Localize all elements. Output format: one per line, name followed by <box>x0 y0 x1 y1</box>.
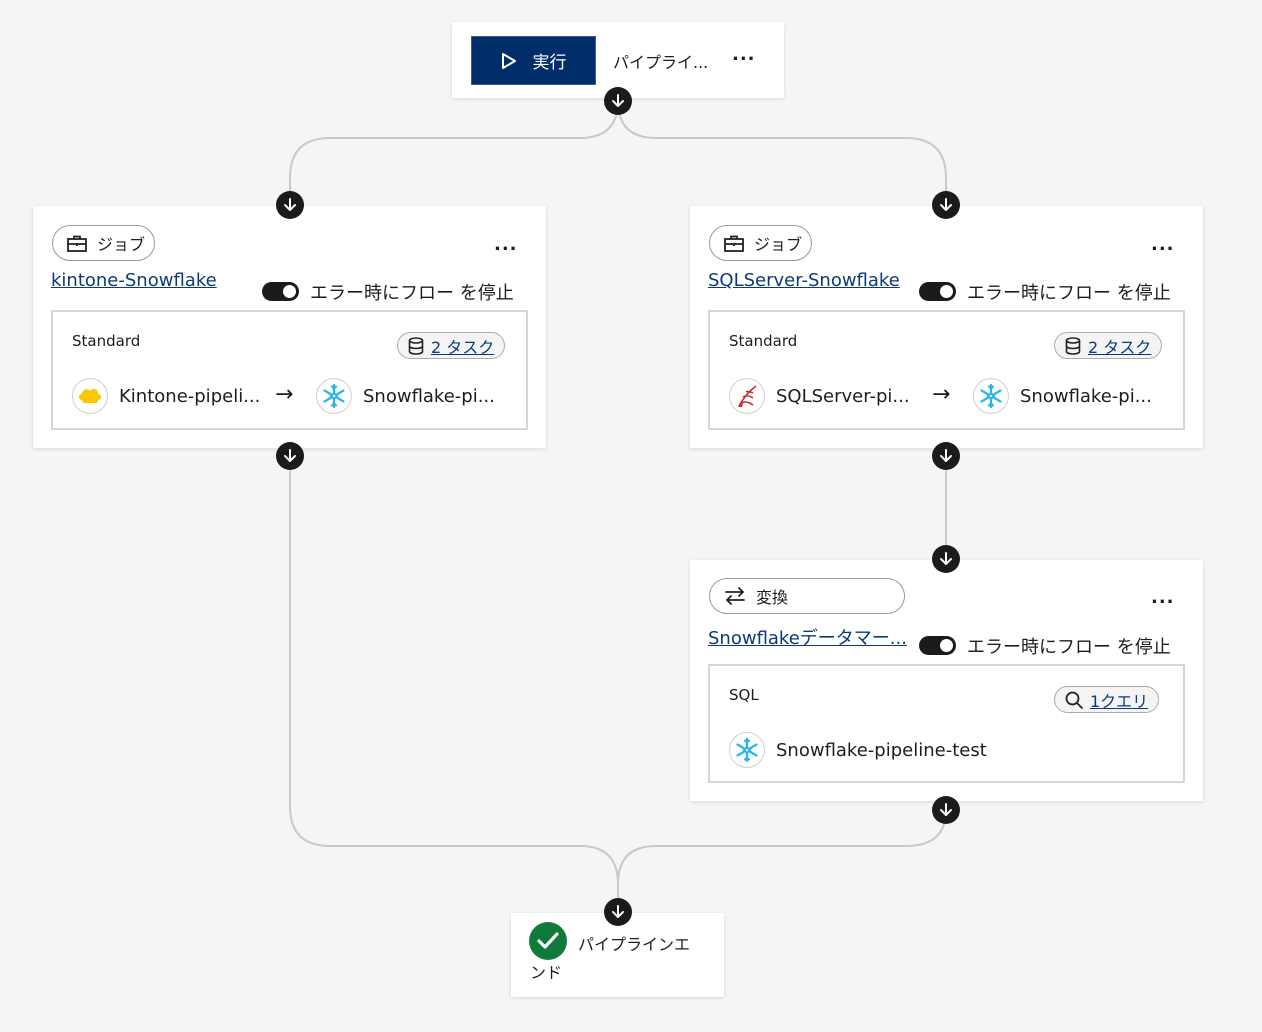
target-connection-label: Snowflake-pi... <box>1020 386 1152 407</box>
left-job-task-panel: Standard 2 タスク Kintone-pipeli... → Snowf… <box>51 310 528 430</box>
source-connection-label: Kintone-pipeli... <box>119 386 261 407</box>
briefcase-icon <box>67 235 87 252</box>
task-count-label: 2 タスク <box>431 337 495 357</box>
arrow-down-icon <box>940 449 952 462</box>
transform-connection-label: Snowflake-pipeline-test <box>776 740 987 761</box>
job-type-badge: ジョブ <box>709 225 812 261</box>
pipeline-more-button[interactable]: ... <box>732 46 756 64</box>
right-job-card: ジョブ ... SQLServer-Snowflake エラー時にフロー を停止… <box>690 206 1203 448</box>
end-label-line2: ンド <box>530 963 563 982</box>
kintone-icon <box>72 378 108 414</box>
pipeline-end-port <box>604 898 632 926</box>
task-mode-label: Standard <box>72 332 141 350</box>
job-type-label: ジョブ <box>97 235 146 254</box>
pipeline-start-port <box>604 87 632 115</box>
left-job-task-count[interactable]: 2 タスク <box>397 332 506 359</box>
transform-input-port <box>932 545 960 573</box>
success-check-icon <box>529 922 567 960</box>
left-job-stop-on-error-toggle[interactable] <box>262 282 299 301</box>
left-job-card: ジョブ ... kintone-Snowflake エラー時にフロー を停止 S… <box>33 206 546 448</box>
briefcase-icon <box>724 235 744 252</box>
left-job-output-port <box>276 442 304 470</box>
transform-query-count[interactable]: 1クエリ <box>1054 686 1160 713</box>
arrow-down-icon <box>284 198 296 211</box>
arrow-down-icon <box>612 94 624 107</box>
right-job-task-panel: Standard 2 タスク SQLServer-pi... → Snowfla… <box>708 310 1185 430</box>
left-job-input-port <box>276 191 304 219</box>
database-icon <box>408 336 424 355</box>
arrow-down-icon <box>940 803 952 816</box>
end-label-line1: パイプラインエ <box>578 935 691 954</box>
snowflake-icon <box>316 378 352 414</box>
pipeline-name: パイプライ... <box>613 53 709 72</box>
swap-arrows-icon <box>725 587 745 605</box>
play-icon <box>501 52 516 69</box>
left-job-more-button[interactable]: ... <box>494 236 518 254</box>
database-icon <box>1065 336 1081 355</box>
snowflake-icon <box>973 378 1009 414</box>
snowflake-icon <box>729 732 765 768</box>
right-job-stop-on-error-label: エラー時にフロー を停止 <box>967 283 1171 304</box>
right-job-input-port <box>932 191 960 219</box>
right-job-name-link[interactable]: SQLServer-Snowflake <box>708 270 900 291</box>
transform-output-port <box>932 796 960 824</box>
task-mode-label: Standard <box>729 332 798 350</box>
arrow-right-icon: → <box>932 382 951 407</box>
source-connection-label: SQLServer-pi... <box>776 386 910 407</box>
transform-query-panel: SQL 1クエリ Snowflake-pipeline-test <box>708 664 1185 783</box>
flow-connectors <box>289 100 947 912</box>
transform-name-link[interactable]: Snowflakeデータマー... <box>708 624 907 650</box>
job-type-label: ジョブ <box>754 235 803 254</box>
transform-stop-on-error-toggle[interactable] <box>919 636 956 655</box>
run-button[interactable]: 実行 <box>471 36 596 85</box>
transform-more-button[interactable]: ... <box>1151 589 1175 607</box>
run-button-label: 実行 <box>532 53 567 73</box>
arrow-down-icon <box>612 905 624 918</box>
right-job-task-count[interactable]: 2 タスク <box>1054 332 1163 359</box>
right-job-output-port <box>932 442 960 470</box>
query-mode-label: SQL <box>729 686 759 704</box>
right-job-stop-on-error-toggle[interactable] <box>919 282 956 301</box>
arrow-right-icon: → <box>275 382 294 407</box>
arrow-down-icon <box>940 552 952 565</box>
sqlserver-icon <box>729 378 765 414</box>
transform-type-label: 変換 <box>756 588 789 607</box>
transform-card: 変換 ... Snowflakeデータマー... エラー時にフロー を停止 SQ… <box>690 560 1203 801</box>
arrow-down-icon <box>940 198 952 211</box>
search-icon <box>1065 691 1083 709</box>
transform-stop-on-error-label: エラー時にフロー を停止 <box>967 637 1171 658</box>
transform-type-badge: 変換 <box>709 578 905 614</box>
left-job-name-link[interactable]: kintone-Snowflake <box>51 270 217 291</box>
job-type-badge: ジョブ <box>52 225 155 261</box>
left-job-stop-on-error-label: エラー時にフロー を停止 <box>310 283 514 304</box>
right-job-more-button[interactable]: ... <box>1151 236 1175 254</box>
target-connection-label: Snowflake-pi... <box>363 386 495 407</box>
query-count-label: 1クエリ <box>1090 691 1149 711</box>
task-count-label: 2 タスク <box>1088 337 1152 357</box>
arrow-down-icon <box>284 449 296 462</box>
